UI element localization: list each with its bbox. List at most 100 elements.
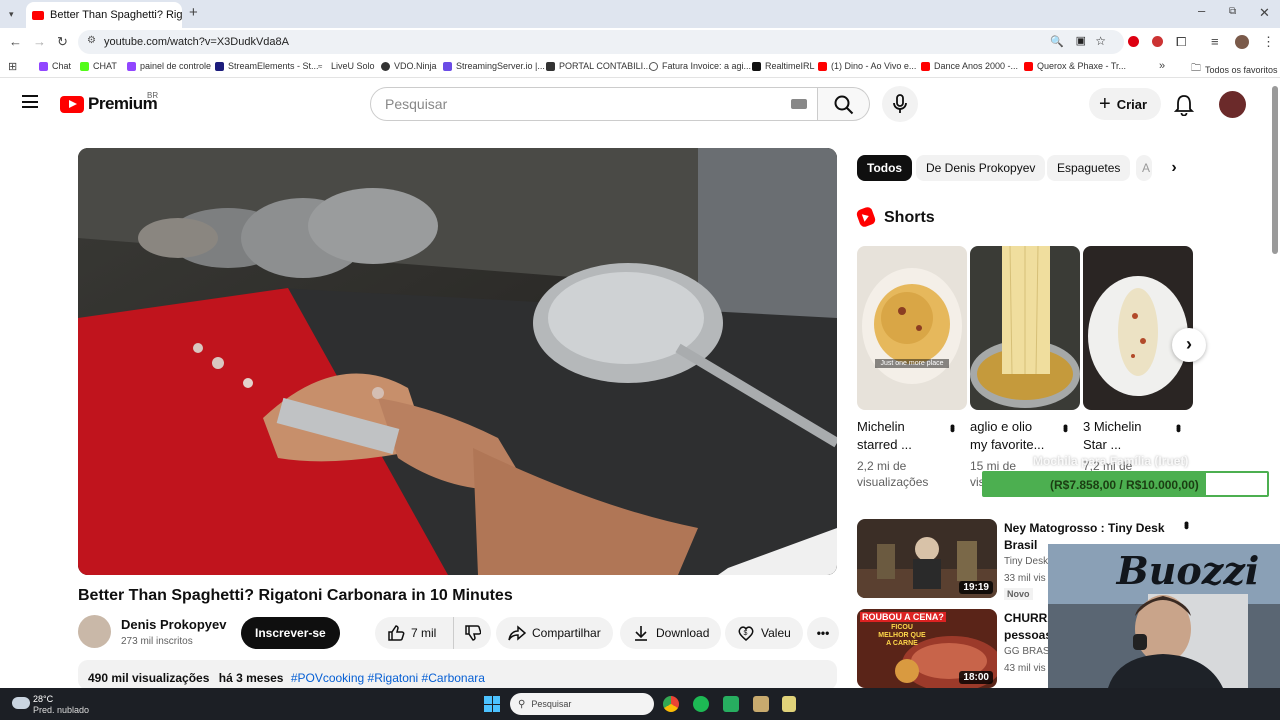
extension-red2-icon[interactable]	[1152, 36, 1163, 47]
short-2-menu-icon[interactable]: •••	[1058, 424, 1074, 430]
bookmark-realtimeirl[interactable]: RealtimeIRL	[752, 61, 815, 71]
short-thumbnail-3[interactable]	[1083, 246, 1193, 410]
minimize-icon[interactable]: –	[1198, 4, 1205, 18]
bookmark-painel[interactable]: painel de controle	[127, 61, 211, 71]
close-window-icon[interactable]: ✕	[1259, 6, 1270, 20]
share-button[interactable]: Compartilhar	[496, 617, 613, 649]
bookmark-streamingserver[interactable]: StreamingServer.io |...	[443, 61, 545, 71]
all-favorites-folder[interactable]: 🗀 Todos os favoritos	[1191, 61, 1278, 78]
apps-grid-icon[interactable]: ⊞	[8, 60, 17, 74]
bookmark-portal[interactable]: PORTAL CONTABILI...	[546, 61, 651, 71]
thumbs-down-icon	[465, 625, 481, 641]
bookmark-chat[interactable]: Chat	[39, 61, 71, 71]
user-avatar[interactable]	[1219, 91, 1246, 118]
extension-red-icon[interactable]	[1128, 36, 1139, 47]
media-icon[interactable]: ≡	[1211, 35, 1219, 49]
short-2-title[interactable]: aglio e olio my favorite...	[970, 418, 1044, 454]
youtube-header: Premium BR Pesquisar + Criar	[0, 80, 1280, 130]
hamburger-menu-icon[interactable]	[22, 95, 38, 108]
rec-1-channel[interactable]: Tiny Desk	[1004, 556, 1048, 567]
spotify-taskbar-icon[interactable]	[693, 696, 709, 712]
voice-search-button[interactable]	[882, 86, 918, 122]
chip-all[interactable]: Todos	[857, 155, 913, 181]
back-icon[interactable]: ←	[9, 35, 22, 49]
search-input[interactable]: Pesquisar	[370, 87, 818, 121]
thanks-button[interactable]: $ Valeu	[725, 617, 803, 649]
bookmark-streamelements[interactable]: StreamElements - St...	[215, 61, 319, 71]
subscribe-button[interactable]: Inscrever-se	[241, 617, 340, 649]
chrome-taskbar-icon[interactable]	[663, 696, 679, 712]
short-1-title[interactable]: Michelin starred ...	[857, 418, 912, 454]
youtube-icon	[818, 61, 827, 71]
chip-partial[interactable]: A	[1136, 155, 1152, 181]
shorts-next-button[interactable]: ›	[1172, 328, 1206, 362]
keyboard-icon[interactable]	[791, 99, 807, 109]
short-3-image	[1083, 246, 1193, 410]
app-taskbar-icon[interactable]	[723, 696, 739, 712]
profile-avatar-icon[interactable]	[1235, 35, 1249, 49]
extensions-icon[interactable]: ⧠	[1176, 35, 1186, 49]
microphone-icon	[893, 94, 907, 113]
create-button[interactable]: + Criar	[1089, 88, 1162, 120]
reload-icon[interactable]: ↻	[57, 35, 68, 49]
windows-start-icon[interactable]	[484, 696, 500, 712]
more-actions-button[interactable]: •••	[807, 617, 839, 649]
forward-icon[interactable]: →	[33, 35, 46, 49]
rec-2-thumb-text2: FICOU MELHOR QUE A CARNE	[878, 624, 926, 647]
bookmark-star-icon[interactable]: ☆	[1095, 34, 1106, 48]
chip-spaghetti[interactable]: Espaguetes	[1047, 155, 1131, 181]
bookmark-dino[interactable]: (1) Dino - Ao Vivo e...	[818, 61, 916, 71]
notifications-bell-icon[interactable]	[1174, 94, 1194, 116]
url-field[interactable]: ⚙ youtube.com/watch?v=X3DudkVda8A 🔍 ▣ ☆	[78, 30, 1124, 54]
misc-taskbar-icon[interactable]	[782, 696, 796, 712]
restore-icon[interactable]: ⧉	[1229, 5, 1236, 19]
bookmark-vdoninja[interactable]: VDO.Ninja	[381, 61, 437, 71]
video-title: Better Than Spaghetti? Rigatoni Carbonar…	[78, 587, 513, 604]
rec-1-menu-icon[interactable]: •••	[1179, 521, 1195, 527]
taskbar-search[interactable]: ⚲ Pesquisar	[510, 693, 654, 715]
bookmark-chat2[interactable]: CHAT	[80, 61, 117, 71]
bookmarks-bar: ⊞ Chat CHAT painel de controle StreamEle…	[0, 56, 1280, 78]
search-button[interactable]	[818, 87, 870, 121]
dislike-button[interactable]	[453, 617, 491, 649]
weather-icon[interactable]	[12, 697, 30, 709]
chip-from-channel[interactable]: De Denis Prokopyev	[916, 155, 1046, 181]
short-3-menu-icon[interactable]: •••	[1171, 424, 1187, 430]
chips-next-icon[interactable]: ›	[1163, 156, 1185, 180]
channel-avatar[interactable]	[78, 615, 111, 648]
hashtags[interactable]: #POVcooking #Rigatoni #Carbonara	[291, 671, 485, 685]
short-thumbnail-2[interactable]	[970, 246, 1080, 410]
league-taskbar-icon[interactable]	[753, 696, 769, 712]
recommendation-thumbnail-2[interactable]: ROUBOU A CENA? FICOU MELHOR QUE A CARNE …	[857, 609, 997, 688]
cast-icon[interactable]: ▣	[1076, 34, 1086, 47]
short-1-menu-icon[interactable]: •••	[945, 424, 961, 430]
more-bookmarks-icon[interactable]: »	[1159, 59, 1165, 73]
short-thumbnail-1[interactable]: Just one more place	[857, 246, 967, 410]
bookmark-querox[interactable]: Querox & Phaxe - Tr...	[1024, 61, 1126, 71]
more-horizontal-icon: •••	[816, 626, 830, 640]
recommendation-thumbnail-1[interactable]: 19:19	[857, 519, 997, 598]
like-button[interactable]: 7 mil	[375, 617, 453, 649]
description-box[interactable]: 490 mil visualizações há 3 meses #POVcoo…	[78, 660, 837, 690]
zoom-icon[interactable]: 🔍	[1050, 35, 1064, 48]
svg-text:Buozzi: Buozzi	[1116, 548, 1260, 593]
shorts-icon	[855, 205, 877, 229]
browser-tab[interactable]: Better Than Spaghetti? Rig 🔊 ✕	[26, 2, 182, 28]
short-3-title[interactable]: 3 Michelin Star ...	[1083, 418, 1142, 454]
channel-name[interactable]: Denis Prokopyev	[121, 617, 227, 632]
chrome-menu-icon[interactable]: ⋮	[1262, 35, 1275, 49]
shorts-heading: Shorts	[884, 209, 935, 226]
bookmark-liveu[interactable]: ≈ LiveU Solo	[318, 61, 375, 71]
youtube-logo[interactable]: Premium	[60, 94, 158, 114]
ninja-icon	[381, 61, 390, 71]
bookmark-dance[interactable]: Dance Anos 2000 -...	[921, 61, 1018, 71]
page-scrollbar[interactable]	[1272, 86, 1278, 254]
site-info-icon[interactable]: ⚙	[87, 35, 96, 46]
bookmark-fatura[interactable]: Fatura Invoice: a agi...	[649, 61, 751, 71]
download-button[interactable]: Download	[620, 617, 722, 649]
weather-text: Pred. nublado	[33, 705, 90, 715]
tab-list-icon[interactable]: ▾	[9, 7, 14, 21]
video-player[interactable]	[78, 148, 837, 575]
new-tab-icon[interactable]: +	[189, 5, 198, 20]
rec-1-badge: Novo	[1004, 588, 1033, 600]
